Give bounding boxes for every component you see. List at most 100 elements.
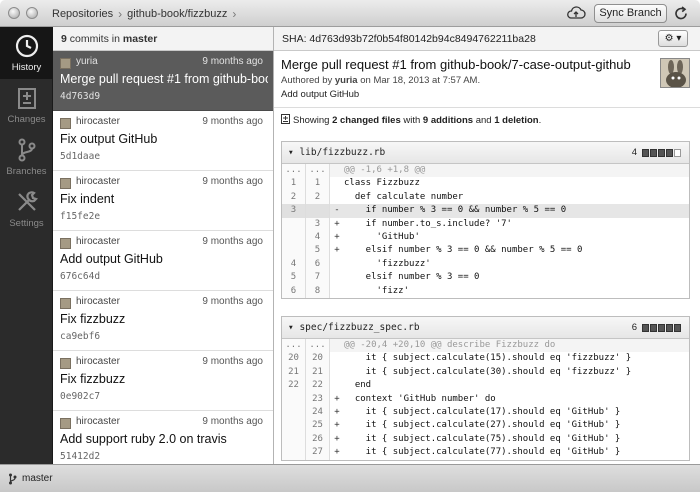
old-line-number [282, 405, 306, 420]
code-text: 'GitHub' [344, 231, 420, 242]
new-line-number: 8 [306, 284, 330, 298]
commit-author: hirocaster [76, 356, 120, 367]
new-line-number: 24 [306, 405, 330, 420]
breadcrumb-repositories[interactable]: Repositories [52, 8, 113, 20]
commit-list-item[interactable]: hirocaster 9 months ago Add output GitHub 6… [53, 231, 273, 291]
diff-line: 3 - if number % 3 == 0 && number % 5 == 0 [282, 204, 689, 218]
code-text: @@ -20,4 +20,10 @@ describe Fizzbuzz do [344, 340, 556, 350]
chevron-right-icon: › [118, 6, 123, 21]
commit-sha: SHA: 4d763d93b72f0b54f80142b94c849476221… [282, 33, 536, 45]
current-branch[interactable]: master [22, 473, 53, 484]
commit-list-header: 9 commits in master [53, 27, 273, 51]
diffstat-block [666, 324, 673, 332]
commit-title: Merge pull request #1 from github-book/7… [281, 57, 631, 72]
sidebar-item-settings[interactable]: Settings [0, 183, 53, 235]
commit-list-item[interactable]: hirocaster 9 months ago Fix indent f15fe2e [53, 171, 273, 231]
avatar [60, 58, 71, 69]
avatar [60, 238, 71, 249]
commit-list-item[interactable]: hirocaster 9 months ago Add support ruby 2… [53, 411, 273, 464]
diff-marker [330, 366, 344, 379]
gear-icon: ⚙ ▾ [664, 33, 682, 44]
diff-line: 46 'fizzbuzz' [282, 257, 689, 272]
diff-marker: + [334, 433, 340, 444]
commit-short-sha: 0e902c7 [60, 391, 101, 402]
history-icon [15, 34, 38, 58]
authored-prefix: Authored by [281, 75, 335, 86]
old-line-number: 5 [282, 271, 306, 285]
code-text: it { subject.calculate(17).should eq 'Gi… [344, 406, 621, 417]
diff-marker: + [334, 447, 340, 458]
diff-line: 5 + elsif number % 3 == 0 && number % 5 =… [282, 244, 689, 258]
commit-time: 9 months ago [202, 236, 263, 247]
sidebar-item-history[interactable]: History [0, 27, 53, 79]
diff-marker: + [334, 245, 340, 256]
file-header[interactable]: ▾ lib/fizzbuzz.rb 4 [282, 142, 689, 164]
sidebar-item-changes[interactable]: Changes [0, 79, 53, 131]
gear-menu-button[interactable]: ⚙ ▾ [658, 30, 688, 47]
sidebar-item-branches[interactable]: Branches [0, 131, 53, 183]
diff-marker [330, 379, 344, 392]
diff-line: 21 21 it { subject.calculate(30).should e… [282, 365, 689, 380]
commit-short-sha: 51412d2 [60, 451, 101, 462]
sidebar-item-label: Settings [9, 218, 44, 229]
old-line-number: 4 [282, 257, 306, 272]
avatar [60, 298, 71, 309]
commit-message: Merge pull request #1 from github-book/… [60, 72, 268, 86]
diff-line: ...... @@ -1,6 +1,8 @@ [282, 164, 689, 178]
commit-items: yuria 9 months ago Merge pull request #1 f… [53, 51, 273, 464]
collapse-arrow-icon[interactable]: ▾ [288, 147, 299, 158]
diff-line: ...... @@ -20,4 +20,10 @@ describe Fizzbu… [282, 339, 689, 353]
new-line-number: 2 [306, 190, 330, 205]
commit-description: Add output GitHub [281, 89, 360, 100]
diff-marker [330, 271, 344, 284]
code-text: if number.to_s.include? '7' [344, 218, 512, 229]
file-header[interactable]: ▾ spec/fizzbuzz_spec.rb 6 [282, 317, 689, 339]
code-text: it { subject.calculate(30).should eq 'fi… [344, 366, 632, 377]
diff-line: 25 + it { subject.calculate(27).should eq… [282, 419, 689, 433]
old-line-number: 21 [282, 365, 306, 380]
commit-list-item[interactable]: hirocaster 9 months ago Fix fizzbuzz ca9ebf… [53, 291, 273, 351]
old-line-number [282, 432, 306, 447]
commit-list-item[interactable]: hirocaster 9 months ago Fix output GitHub 5… [53, 111, 273, 171]
cloud-upload-icon[interactable] [566, 5, 586, 21]
new-line-number: 26 [306, 432, 330, 447]
breadcrumb-repo[interactable]: github-book/fizzbuzz [127, 8, 227, 20]
diff-marker [330, 339, 344, 352]
commit-time: 9 months ago [202, 116, 263, 127]
close-window-button[interactable] [8, 7, 20, 19]
collapse-arrow-icon[interactable]: ▾ [288, 322, 299, 333]
sync-branch-button[interactable]: Sync Branch [594, 4, 667, 23]
new-line-number: 5 [306, 244, 330, 258]
commit-author: hirocaster [76, 416, 120, 427]
diffstat-block [650, 324, 657, 332]
code-text: class Fizzbuzz [344, 178, 420, 189]
commit-author: yuria [76, 56, 98, 67]
new-line-number: 27 [306, 446, 330, 460]
avatar [60, 358, 71, 369]
commit-message: Add output GitHub [60, 252, 163, 266]
diff-line: 4 + 'GitHub' [282, 230, 689, 245]
refresh-icon[interactable] [672, 5, 690, 22]
commit-author: hirocaster [76, 176, 120, 187]
commit-message: Fix fizzbuzz [60, 312, 126, 326]
diffstat: 6 [632, 317, 681, 339]
diff-marker [330, 285, 344, 298]
commit-message: Add support ruby 2.0 on travis [60, 432, 227, 446]
diffstat-block [666, 149, 673, 157]
old-line-number: 6 [282, 284, 306, 298]
breadcrumb: Repositories › github-book/fizzbuzz › [52, 0, 241, 27]
commit-list-item[interactable]: hirocaster 9 months ago Fix fizzbuzz 0e902c… [53, 351, 273, 411]
diff-line: 22 22 end [282, 379, 689, 393]
diff-summary: Showing 2 changed files with 9 additions… [281, 114, 541, 126]
code-text: end [344, 380, 372, 391]
author-avatar [660, 58, 690, 88]
minimize-window-button[interactable] [26, 7, 38, 19]
chevron-right-icon: › [232, 6, 237, 21]
diffstat-block [642, 149, 649, 157]
code-text: elsif number % 3 == 0 && number % 5 == 0 [344, 245, 583, 256]
code-text: 'fizzbuzz' [344, 258, 431, 269]
github-app-window: Repositories › github-book/fizzbuzz › Sy… [0, 0, 700, 492]
status-bar: master [0, 464, 700, 492]
commit-list-item[interactable]: yuria 9 months ago Merge pull request #1 f… [53, 51, 273, 111]
code-text: it { subject.calculate(75).should eq 'Gi… [344, 433, 621, 444]
